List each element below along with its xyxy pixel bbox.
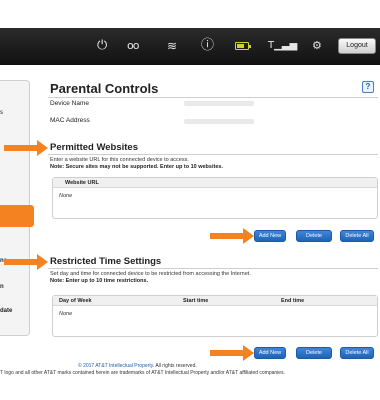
delete-all-websites-button[interactable]: Delete All xyxy=(340,230,374,242)
sidebar-item-selected[interactable] xyxy=(0,205,34,227)
delete-time-restriction-button[interactable]: Delete xyxy=(296,347,332,359)
table-header: Website URL xyxy=(53,178,377,188)
permitted-websites-note: Note: Secure sites may not be supported.… xyxy=(50,164,223,170)
copyright-link[interactable]: © 2017 AT&T Intellectual Property. xyxy=(78,363,154,369)
permitted-websites-heading: Permitted Websites xyxy=(50,142,138,153)
divider xyxy=(48,154,378,155)
info-icon[interactable]: ⓘ xyxy=(201,37,214,55)
power-icon[interactable]: ⏻ xyxy=(97,37,107,55)
permitted-websites-description: Enter a website URL for this connected d… xyxy=(50,157,189,163)
divider xyxy=(48,97,378,98)
mac-address-label: MAC Address xyxy=(50,117,90,124)
table-header: Day of Week Start time End time xyxy=(53,296,377,306)
voicemail-icon[interactable]: oo xyxy=(127,37,140,55)
top-status-bar: ⏻ oo ≋ ⓘ T▁▃▅ ⚙ Logout xyxy=(0,28,380,65)
pointer-arrow xyxy=(210,345,254,361)
website-table: Website URL None xyxy=(52,177,378,219)
column-header-end-time: End time xyxy=(281,298,305,304)
battery-icon[interactable] xyxy=(235,42,251,50)
device-name-value xyxy=(184,101,254,106)
delete-all-time-restrictions-button[interactable]: Delete All xyxy=(340,347,374,359)
divider xyxy=(48,268,378,269)
device-name-label: Device Name xyxy=(50,100,90,107)
footer-trademark: T logo and all other AT&T marks containe… xyxy=(0,370,285,376)
restricted-time-note: Note: Enter up to 10 time restrictions. xyxy=(50,278,149,284)
page-title: Parental Controls xyxy=(50,81,159,96)
signal-icon[interactable]: T▁▃▅ xyxy=(268,37,297,55)
sidebar-item-fragment[interactable]: n xyxy=(0,284,4,290)
sidebar-item-fragment[interactable]: s xyxy=(0,110,3,116)
column-header-day-of-week: Day of Week xyxy=(59,298,92,304)
copyright-rights: All rights reserved. xyxy=(154,363,197,369)
add-website-button[interactable]: Add New xyxy=(254,230,286,242)
mac-address-value xyxy=(184,119,254,124)
column-header-website-url: Website URL xyxy=(65,180,99,186)
delete-website-button[interactable]: Delete xyxy=(296,230,332,242)
sidebar-item-fragment[interactable]: date xyxy=(0,308,12,314)
pointer-arrow xyxy=(4,140,48,156)
restricted-time-description: Set day and time for connected device to… xyxy=(50,271,251,277)
wifi-icon[interactable]: ≋ xyxy=(167,37,177,55)
footer-copyright: © 2017 AT&T Intellectual Property. All r… xyxy=(78,363,197,369)
empty-row-text: None xyxy=(59,193,73,199)
empty-row-text: None xyxy=(59,311,73,317)
account-icon[interactable]: ⚙ xyxy=(312,37,322,55)
pointer-arrow xyxy=(210,228,254,244)
screen: ⏻ oo ≋ ⓘ T▁▃▅ ⚙ Logout s nc n date Paren… xyxy=(0,0,380,400)
column-header-start-time: Start time xyxy=(183,298,209,304)
add-time-restriction-button[interactable]: Add New xyxy=(254,347,286,359)
restricted-time-heading: Restricted Time Settings xyxy=(50,256,162,267)
help-icon[interactable]: ? xyxy=(362,81,374,93)
pointer-arrow xyxy=(4,254,48,270)
logout-button[interactable]: Logout xyxy=(338,38,376,54)
time-restriction-table: Day of Week Start time End time None xyxy=(52,295,378,337)
